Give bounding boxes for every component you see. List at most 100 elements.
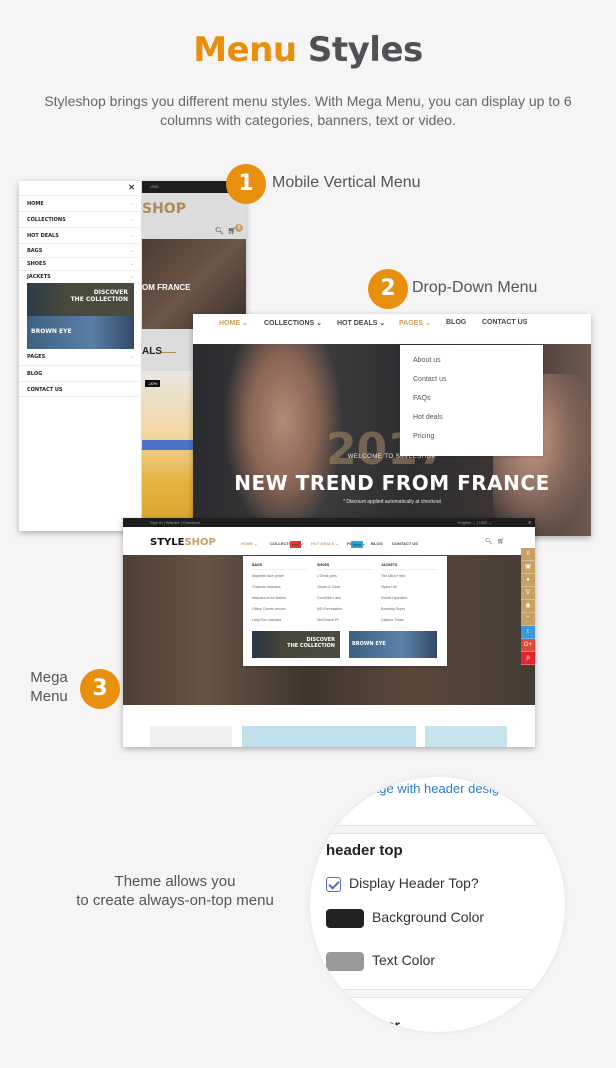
menu-icon[interactable]: ≡: [521, 548, 535, 561]
drawer-item-pages[interactable]: PAGES ⌄: [19, 349, 142, 365]
mega-link[interactable]: Hydra Life: [381, 585, 437, 596]
caption-line-2: to create always-on-top menu: [76, 892, 274, 909]
dropdown-item-hot-deals[interactable]: Hot deals: [413, 414, 443, 421]
mobile-blue-button[interactable]: [142, 440, 200, 450]
mega-topbar: Sign In | Wishlist | Checkout English ⌄ …: [123, 518, 535, 527]
text-color-swatch[interactable]: [326, 952, 364, 971]
mobile-hero-text: OM FRANCE: [142, 283, 191, 292]
pinterest-icon[interactable]: p: [521, 652, 535, 665]
dropdown-nav: HOME ⌄ COLLECTIONS ⌄ HOT DEALS ⌄ PAGES ⌄…: [193, 314, 591, 344]
floating-sidebar: ≡ ▣ ● ⚲ ◉ ⌃ t G+ p: [521, 548, 535, 665]
topbar-account-links[interactable]: Sign In | Wishlist | Checkout: [150, 518, 200, 527]
chevron-down-icon: ⌄: [129, 248, 134, 254]
mega-logo[interactable]: STYLESHOP: [150, 537, 216, 548]
mega-link[interactable]: Maybelin face power: [252, 574, 308, 585]
drawer-item-blog[interactable]: BLOG: [19, 365, 142, 381]
mega-link[interactable]: GoodSkin Labs: [317, 596, 373, 607]
feature-badge-2: 2: [368, 269, 408, 309]
mega-link[interactable]: Channes mascara: [252, 585, 308, 596]
drawer-item-hot-deals[interactable]: HOT DEALS ⌄: [19, 227, 142, 243]
drawer-item-contact[interactable]: CONTACT US: [19, 381, 142, 397]
header-design-link[interactable]: age with header desig: [372, 781, 499, 796]
mega-link[interactable]: NeoStrand PF: [317, 618, 373, 629]
mega-lower-section: [123, 705, 535, 747]
mega-banner-discover[interactable]: DISCOVER THE COLLECTION: [252, 631, 340, 658]
nav-home[interactable]: HOME ⌄: [219, 319, 248, 327]
drawer-item-bags[interactable]: BAGS ⌄: [19, 243, 142, 257]
chevron-down-icon: ⌄: [129, 217, 134, 223]
background-color-swatch[interactable]: [326, 909, 364, 928]
nav-hot-deals[interactable]: HOT DEALS ⌄: [337, 319, 385, 327]
drawer-item-jackets[interactable]: JACKETS ⌄: [19, 270, 142, 283]
mega-link[interactable]: MD Formulation: [317, 607, 373, 618]
checkbox-checked-icon[interactable]: [326, 876, 341, 892]
drawer-item-collections[interactable]: COLLECTIONS ⌄: [19, 211, 142, 227]
drawer-banner-discover[interactable]: DISCOVER THE COLLECTION: [27, 283, 134, 316]
mega-link[interactable]: Lady Dior mascara: [252, 618, 308, 629]
hero-note: * Discount applied automatically at chec…: [343, 499, 441, 505]
dropdown-item-pricing[interactable]: Pricing: [413, 433, 434, 440]
nav-hot-deals[interactable]: HOT DEALS ⌄: [311, 541, 339, 546]
nav-pages[interactable]: PAGES ⌄: [399, 319, 431, 327]
page-subtitle: Styleshop brings you different menu styl…: [44, 93, 572, 128]
up-icon[interactable]: ⌃: [521, 613, 535, 626]
search-icon[interactable]: 🔍︎: [215, 228, 224, 235]
text-color-row[interactable]: Text Color: [326, 952, 435, 971]
settings-magnifier: age with header desig header top Display…: [310, 777, 565, 1032]
drawer-item-home[interactable]: HOME ⌄: [19, 195, 142, 211]
nav-blog[interactable]: BLOG: [371, 541, 383, 546]
mega-link[interactable]: Offical Comes-decom: [252, 607, 308, 618]
feature-label-3: Mega Menu: [30, 669, 68, 705]
topbar-lang-currency[interactable]: English ⌄ | USD ⌄: [458, 518, 492, 527]
google-plus-icon[interactable]: G+: [521, 639, 535, 652]
discount-badge: -20%: [145, 380, 161, 387]
mobile-search-cart-icons: 🔍︎ 🛒︎: [215, 227, 237, 235]
product-card[interactable]: [150, 726, 232, 747]
search-icon[interactable]: 🔍︎: [485, 538, 493, 545]
page-title: Menu Styles: [0, 30, 616, 70]
feature-label-2: Drop-Down Menu: [412, 279, 538, 296]
drawer-item-shoes[interactable]: SHOES ⌄: [19, 257, 142, 270]
nav-collections[interactable]: COLLECTIONS ⌄: [264, 319, 322, 327]
product-card[interactable]: [242, 726, 416, 747]
drawer-banner-brown-eye[interactable]: BROWN EYE: [27, 316, 134, 349]
nav-home[interactable]: HOME ⌄: [241, 541, 257, 546]
section-divider: [310, 825, 565, 834]
mega-link[interactable]: Sorbet Hydration: [381, 596, 437, 607]
mega-link[interactable]: Clearn & Clear: [317, 585, 373, 596]
mega-banner-brown-eye[interactable]: BROWN EYE: [349, 631, 437, 658]
cart-icon[interactable]: 🛒︎: [497, 538, 505, 545]
nav-contact[interactable]: CONTACT US: [482, 319, 527, 326]
search-icon[interactable]: ⚲: [521, 587, 535, 600]
mega-column-bags: BAGS Maybelin face power Channes mascara…: [252, 563, 308, 629]
user-icon[interactable]: ●: [521, 574, 535, 587]
nav-contact[interactable]: CONTACT US: [392, 541, 418, 546]
mega-link[interactable]: Capture Totale: [381, 618, 437, 629]
close-icon[interactable]: ✕: [128, 183, 135, 192]
next-section-title: ter: [382, 1017, 400, 1032]
display-header-top-row[interactable]: Display Header Top?: [326, 875, 479, 892]
dropdown-item-about[interactable]: About us: [413, 357, 441, 364]
section-title-header-top: header top: [326, 842, 403, 859]
twitter-icon[interactable]: t: [521, 626, 535, 639]
eye-icon[interactable]: ◉: [521, 600, 535, 613]
cart-icon[interactable]: ▣: [521, 561, 535, 574]
background-color-row[interactable]: Background Color: [326, 909, 484, 928]
hero-model-left: [223, 344, 343, 536]
nav-blog[interactable]: BLOG: [446, 319, 466, 326]
mega-link[interactable]: Boosting Super: [381, 607, 437, 618]
dropdown-item-faqs[interactable]: FAQs: [413, 395, 431, 402]
mobile-drawer: ✕ HOME ⌄ COLLECTIONS ⌄ HOT DEALS ⌄ BAGS ⌄ SH…: [19, 181, 142, 531]
mega-link[interactable]: L'Oreal paris: [317, 574, 373, 585]
feature-badge-1: 1: [226, 164, 266, 204]
chevron-down-icon: ⌄: [129, 233, 134, 239]
mega-dropdown: BAGS Maybelin face power Channes mascara…: [243, 556, 447, 666]
checkbox-label: Display Header Top?: [349, 875, 479, 891]
mega-link[interactable]: Mascara of full lashes: [252, 596, 308, 607]
product-card[interactable]: [425, 726, 507, 747]
gear-icon[interactable]: ⚙: [528, 518, 532, 527]
mega-link[interactable]: The Ultra-Fresh: [381, 574, 437, 585]
dropdown-item-contact[interactable]: Contact us: [413, 376, 446, 383]
background-color-label: Background Color: [372, 909, 485, 926]
title-accent: Menu: [193, 30, 297, 70]
